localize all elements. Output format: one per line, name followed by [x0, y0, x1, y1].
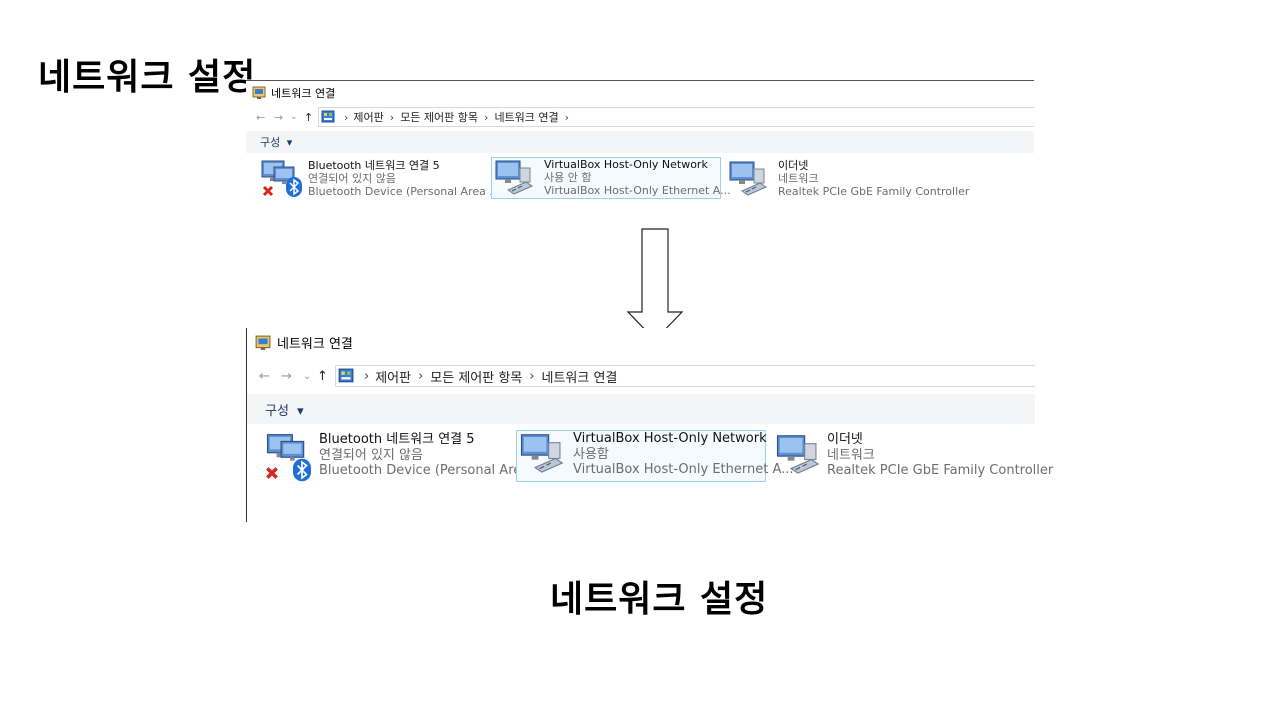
control-panel-icon — [338, 368, 354, 383]
down-arrow-icon — [626, 228, 684, 341]
adapter-item-bluetooth[interactable]: Bluetooth 네트워크 연결 5 연결되어 있지 않음 Bluetooth… — [258, 159, 500, 199]
network-adapter-icon — [773, 432, 825, 478]
adapter-status: 사용 안 함 — [544, 171, 592, 185]
window-titlebar: 네트워크 연결 — [255, 333, 353, 352]
breadcrumb-item[interactable]: 모든 제어판 항목 — [400, 109, 478, 125]
adapter-text: VirtualBox Host-Only Network 사용 안 함 Virt… — [544, 158, 731, 198]
adapter-item-ethernet[interactable]: 이더넷 네트워크 Realtek PCIe GbE Family Control… — [726, 159, 1026, 199]
network-adapter-icon — [492, 158, 538, 198]
bluetooth-icon — [286, 177, 302, 197]
adapter-name: VirtualBox Host-Only Network — [544, 158, 708, 171]
breadcrumb-separator: › — [389, 110, 395, 124]
adapter-device: VirtualBox Host-Only Ethernet A... — [544, 184, 731, 198]
disconnected-x-icon — [266, 467, 278, 479]
chevron-down-icon: ▾ — [286, 136, 293, 149]
forward-button[interactable]: → — [281, 369, 303, 384]
adapter-list: Bluetooth 네트워크 연결 5 연결되어 있지 않음 Bluetooth… — [247, 430, 1053, 488]
command-bar: 구성 ▾ — [246, 131, 1034, 153]
adapter-name: 이더넷 — [778, 159, 809, 172]
address-bar-row: ← → ⌄ ↑ › 제어판 › 모든 제어판 항목 › 네트워크 연결 — [247, 364, 1035, 388]
breadcrumb-item[interactable]: 제어판 — [353, 109, 383, 125]
bluetooth-icon — [293, 458, 311, 482]
chevron-down-icon: ▾ — [297, 403, 304, 419]
adapter-item-ethernet[interactable]: 이더넷 네트워크 Realtek PCIe GbE Family Control… — [773, 432, 1053, 482]
breadcrumb-separator: › — [364, 368, 370, 384]
organize-button[interactable]: 구성 ▾ — [265, 400, 304, 419]
back-button[interactable]: ← — [256, 111, 274, 124]
back-button[interactable]: ← — [259, 369, 281, 384]
adapter-name: 이더넷 — [827, 432, 863, 447]
adapter-name: VirtualBox Host-Only Network — [573, 431, 767, 446]
adapter-status: 연결되어 있지 않음 — [319, 447, 423, 463]
slide-title-bottom: 네트워크 설정 — [550, 579, 769, 620]
adapter-device: Bluetooth Device (Personal Area ... — [308, 185, 500, 199]
adapter-item-bluetooth[interactable]: Bluetooth 네트워크 연결 5 연결되어 있지 않음 Bluetooth… — [263, 432, 546, 486]
organize-button[interactable]: 구성 ▾ — [260, 134, 292, 150]
address-bar-row: ← → ⌄ ↑ › 제어판 › 모든 제어판 항목 › 네트워크 연결 › — [246, 106, 1034, 128]
adapter-text: Bluetooth 네트워크 연결 5 연결되어 있지 않음 Bluetooth… — [308, 159, 500, 199]
adapter-status: 연결되어 있지 않음 — [308, 172, 396, 186]
command-bar: 구성 ▾ — [247, 394, 1035, 424]
adapter-device: VirtualBox Host-Only Ethernet A... — [573, 462, 794, 478]
slide-title-top: 네트워크 설정 — [38, 57, 257, 98]
organize-label: 구성 — [260, 136, 281, 149]
recent-locations-button[interactable]: ⌄ — [303, 371, 317, 382]
bluetooth-adapter-icon — [263, 432, 315, 486]
adapter-text: VirtualBox Host-Only Network 사용함 Virtual… — [573, 431, 794, 478]
adapter-status: 네트워크 — [778, 172, 819, 186]
adapter-device: Bluetooth Device (Personal Area ... — [319, 463, 546, 479]
network-adapter-icon — [517, 431, 569, 477]
adapter-device: Realtek PCIe GbE Family Controller — [827, 463, 1054, 479]
network-connections-window-after: 네트워크 연결 ← → ⌄ ↑ › 제어판 › 모든 제어판 항목 › 네트워크… — [246, 328, 1053, 522]
window-title: 네트워크 연결 — [277, 337, 353, 352]
adapter-list: Bluetooth 네트워크 연결 5 연결되어 있지 않음 Bluetooth… — [246, 157, 1034, 201]
adapter-name: Bluetooth 네트워크 연결 5 — [308, 159, 440, 172]
breadcrumb-separator: › — [529, 368, 535, 384]
organize-label: 구성 — [265, 403, 289, 419]
adapter-text: 이더넷 네트워크 Realtek PCIe GbE Family Control… — [778, 159, 969, 199]
adapter-device: Realtek PCIe GbE Family Controller — [778, 185, 970, 199]
forward-button[interactable]: → — [274, 111, 290, 124]
breadcrumb-item[interactable]: 네트워크 연결 — [542, 367, 618, 386]
address-box[interactable]: › 제어판 › 모든 제어판 항목 › 네트워크 연결 — [335, 365, 1035, 387]
network-connections-icon — [252, 86, 266, 99]
recent-locations-button[interactable]: ⌄ — [290, 112, 304, 122]
bluetooth-adapter-icon — [258, 159, 304, 199]
adapter-text: 이더넷 네트워크 Realtek PCIe GbE Family Control… — [827, 432, 1053, 479]
adapter-text: Bluetooth 네트워크 연결 5 연결되어 있지 않음 Bluetooth… — [319, 432, 546, 479]
breadcrumb-item[interactable]: 제어판 — [375, 367, 411, 386]
breadcrumb-item[interactable]: 모든 제어판 항목 — [430, 367, 522, 386]
adapter-status: 사용함 — [573, 446, 609, 462]
adapter-status: 네트워크 — [827, 447, 875, 463]
address-box[interactable]: › 제어판 › 모든 제어판 항목 › 네트워크 연결 › — [318, 107, 1034, 127]
adapter-item-virtualbox[interactable]: VirtualBox Host-Only Network 사용함 Virtual… — [516, 430, 794, 482]
network-connections-window-before: 네트워크 연결 ← → ⌄ ↑ › 제어판 › 모든 제어판 항목 › 네트워크… — [246, 80, 1034, 211]
breadcrumb-separator: › — [344, 110, 349, 124]
control-panel-icon — [321, 110, 335, 123]
network-adapter-icon — [726, 159, 772, 199]
breadcrumb-item[interactable]: 네트워크 연결 — [494, 109, 558, 125]
breadcrumb-separator: › — [564, 110, 570, 124]
disconnected-x-icon — [262, 185, 274, 197]
up-button[interactable]: ↑ — [304, 111, 318, 124]
window-title: 네트워크 연결 — [271, 87, 336, 100]
adapter-name: Bluetooth 네트워크 연결 5 — [319, 432, 475, 447]
breadcrumb-separator: › — [418, 368, 424, 384]
adapter-item-virtualbox[interactable]: VirtualBox Host-Only Network 사용 안 함 Virt… — [491, 157, 731, 199]
window-titlebar: 네트워크 연결 — [252, 85, 335, 101]
breadcrumb-separator: › — [484, 110, 489, 124]
up-button[interactable]: ↑ — [317, 369, 335, 384]
network-connections-icon — [255, 335, 271, 350]
